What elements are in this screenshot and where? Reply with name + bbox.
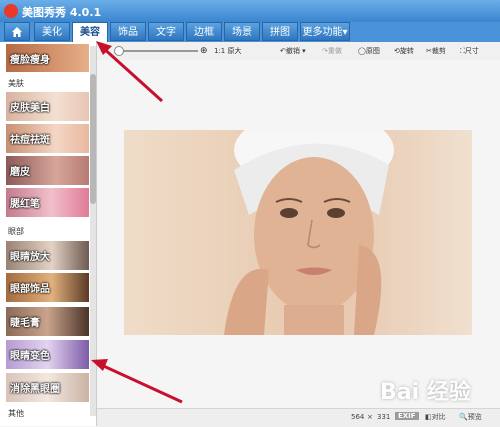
image-width: 564 <box>351 413 365 421</box>
sidebar-item-label: 祛痘祛斑 <box>10 135 50 146</box>
status-bar: 564 × 331 EXIF ◧对比 🔍预览 <box>97 408 500 427</box>
rotate-button[interactable]: ⟲旋转 <box>394 45 414 57</box>
exif-button[interactable]: EXIF <box>395 412 419 420</box>
tab-text[interactable]: 文字 <box>148 22 184 41</box>
sidebar-item-label: 眼部饰品 <box>10 284 50 295</box>
category-eyes: 眼部 <box>8 227 24 236</box>
sidebar-item-label: 皮肤美白 <box>10 103 50 114</box>
tab-beauty[interactable]: 美容 <box>72 22 108 43</box>
redo-button[interactable]: ↷重做 <box>322 45 342 57</box>
app-logo-icon <box>4 4 18 18</box>
sidebar-item-slim-face[interactable]: 瘦脸瘦身 <box>6 44 89 72</box>
home-icon <box>12 27 22 37</box>
tab-border[interactable]: 边框 <box>186 22 222 41</box>
original-icon: ◯ <box>358 47 366 55</box>
sidebar-item-label: 腮红笔 <box>10 199 40 210</box>
app-title: 美图秀秀 4.0.1 <box>22 6 102 19</box>
tab-more[interactable]: 更多功能▾ <box>300 22 350 41</box>
sidebar-item-eye-enlarge[interactable]: 眼睛放大 <box>6 241 89 270</box>
times-symbol: × <box>367 413 373 421</box>
compare-button[interactable]: ◧对比 <box>425 412 446 422</box>
rotate-label: 旋转 <box>399 47 414 55</box>
undo-button[interactable]: ↶撤销 ▾ <box>280 45 306 57</box>
category-skin: 美肤 <box>8 79 24 88</box>
zoom-out-icon[interactable]: ⊖ <box>100 45 108 57</box>
title-bar: 美图秀秀 4.0.1 <box>0 0 500 22</box>
sidebar-item-skin-smoothing[interactable]: 磨皮 <box>6 156 89 185</box>
crop-label: 裁剪 <box>431 47 446 55</box>
home-tab[interactable] <box>4 22 30 41</box>
tab-more-label: 更多功能 <box>302 27 343 38</box>
zoom-in-icon[interactable]: ⊕ <box>200 45 208 57</box>
zoom-slider-knob[interactable] <box>114 46 124 56</box>
tab-scene[interactable]: 场景 <box>224 22 260 41</box>
sidebar-item-acne-removal[interactable]: 祛痘祛斑 <box>6 124 89 153</box>
size-label: 尺寸 <box>464 47 479 55</box>
sidebar-item-eye-accessories[interactable]: 眼部饰品 <box>6 273 89 302</box>
sidebar-item-label: 消除黑眼圈 <box>10 384 60 395</box>
size-button[interactable]: ⛶尺寸 <box>460 45 479 57</box>
image-height: 331 <box>377 413 391 421</box>
photo-image[interactable] <box>124 130 472 335</box>
sidebar-item-skin-whitening[interactable]: 皮肤美白 <box>6 92 89 121</box>
baidu-watermark: Bai 经验 <box>380 380 471 405</box>
preview-button[interactable]: 🔍预览 <box>459 412 482 422</box>
zoom-slider-track[interactable] <box>118 50 198 52</box>
compare-icon: ◧ <box>425 413 432 421</box>
tab-collage[interactable]: 拼图 <box>262 22 298 41</box>
sidebar-item-blush[interactable]: 腮红笔 <box>6 188 89 217</box>
category-other: 其他 <box>8 409 24 418</box>
redo-label: 重做 <box>327 47 342 55</box>
undo-label: 撤销 <box>285 47 300 55</box>
sidebar-item-label: 眼睛放大 <box>10 252 50 263</box>
portrait-illustration <box>224 130 394 335</box>
preview-icon: 🔍 <box>459 413 468 421</box>
crop-button[interactable]: ✂裁剪 <box>426 45 446 57</box>
preview-label: 预览 <box>467 413 482 421</box>
sidebar-item-label: 瘦脸瘦身 <box>10 55 50 66</box>
original-label: 原图 <box>365 47 380 55</box>
sidebar-scroll-thumb[interactable] <box>90 74 96 204</box>
sidebar-item-dark-circle-removal[interactable]: 消除黑眼圈 <box>6 373 89 402</box>
tab-beautify[interactable]: 美化 <box>34 22 70 41</box>
sidebar-item-label: 磨皮 <box>10 167 30 178</box>
sidebar-item-mascara[interactable]: 睫毛膏 <box>6 307 89 336</box>
sidebar-item-label: 眼睛变色 <box>10 351 50 362</box>
toolbar: ⊖ ⊕ 1:1 原大 ↶撤销 ▾ ↷重做 ◯原图 ⟲旋转 ✂裁剪 ⛶尺寸 <box>96 42 500 61</box>
chevron-down-icon: ▾ <box>342 27 348 38</box>
sidebar-item-label: 睫毛膏 <box>10 318 40 329</box>
zoom-original-button[interactable]: 1:1 原大 <box>214 45 242 57</box>
original-button[interactable]: ◯原图 <box>358 45 380 57</box>
compare-label: 对比 <box>431 413 446 421</box>
tab-accessories[interactable]: 饰品 <box>110 22 146 41</box>
sidebar-item-eye-color[interactable]: 眼睛变色 <box>6 340 89 369</box>
